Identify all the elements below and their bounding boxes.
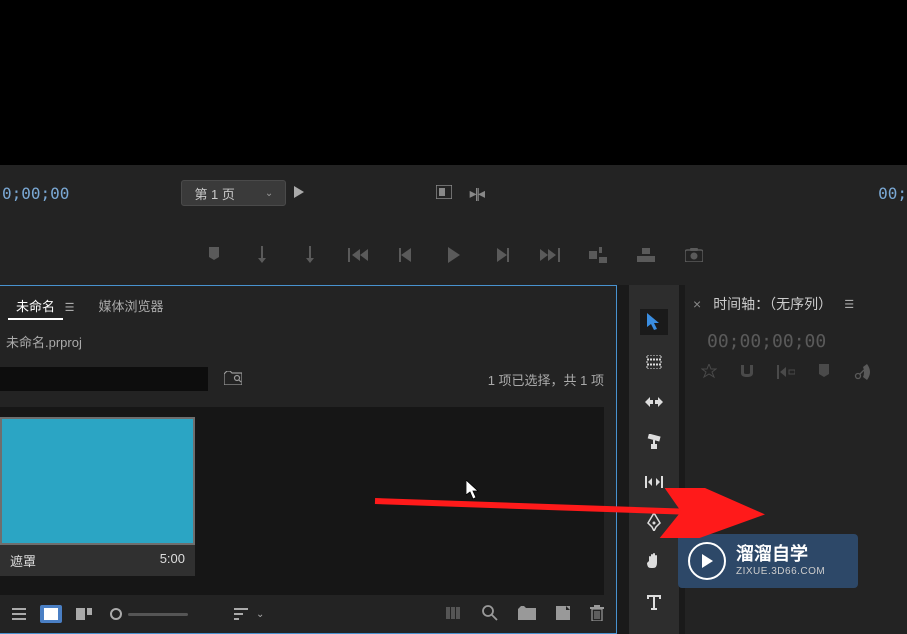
step-forward-icon[interactable] bbox=[491, 244, 513, 266]
playhead-icon[interactable]: ▸||◂ bbox=[470, 185, 483, 202]
filter-input[interactable] bbox=[0, 367, 208, 391]
icon-view-icon[interactable] bbox=[40, 605, 62, 623]
go-to-out-icon[interactable] bbox=[539, 244, 561, 266]
track-select-tool[interactable] bbox=[640, 349, 668, 375]
chevron-down-icon: ⌄ bbox=[265, 188, 273, 199]
sort-control[interactable]: ⌄ bbox=[234, 607, 264, 621]
mark-clip-icon[interactable] bbox=[299, 244, 321, 266]
snap-icon[interactable] bbox=[739, 365, 755, 379]
hand-tool[interactable] bbox=[640, 549, 668, 575]
step-back-icon[interactable] bbox=[395, 244, 417, 266]
project-panel: 未命名 ☰ 媒体浏览器 未命名.prproj 1 项已选择，共 1 项 遮罩 5… bbox=[0, 285, 617, 634]
watermark-play-icon bbox=[688, 542, 726, 580]
selection-info: 1 项已选择，共 1 项 bbox=[488, 370, 604, 389]
playback-controls bbox=[0, 221, 907, 285]
panel-tabs: 未命名 ☰ 媒体浏览器 bbox=[0, 286, 616, 324]
insert-sequence-icon[interactable] bbox=[701, 364, 717, 380]
source-timecode-row: 0;00;00 第 1 页 ⌄ ▸||◂ 00; bbox=[0, 165, 907, 221]
zoom-track[interactable] bbox=[128, 613, 188, 616]
watermark-sub-text: ZIXUE.3D66.COM bbox=[736, 566, 825, 578]
page-selector-label: 第 1 页 bbox=[194, 184, 234, 203]
new-item-icon[interactable] bbox=[556, 606, 570, 623]
freeform-view-icon[interactable] bbox=[76, 608, 92, 620]
project-content[interactable]: 遮罩 5:00 bbox=[0, 407, 604, 595]
project-bottom-bar: ⌄ bbox=[0, 595, 616, 633]
project-filename: 未命名.prproj bbox=[0, 324, 616, 359]
export-frame-icon[interactable] bbox=[683, 244, 705, 266]
zoom-slider[interactable] bbox=[110, 608, 188, 620]
timeline-timecode[interactable]: 00;00;00;00 bbox=[685, 323, 907, 360]
insert-icon[interactable] bbox=[587, 244, 609, 266]
chevron-down-icon: ⌄ bbox=[256, 609, 264, 620]
fit-icon[interactable] bbox=[436, 185, 452, 202]
close-icon[interactable]: × bbox=[689, 296, 705, 312]
watermark: 溜溜自学 ZIXUE.3D66.COM bbox=[678, 534, 858, 588]
list-view-icon[interactable] bbox=[12, 608, 26, 620]
media-item[interactable]: 遮罩 5:00 bbox=[0, 417, 195, 576]
add-marker-icon[interactable] bbox=[817, 364, 831, 380]
mark-out-icon[interactable] bbox=[251, 244, 273, 266]
media-item-name: 遮罩 bbox=[10, 551, 36, 570]
tab-project[interactable]: 未命名 ☰ bbox=[4, 288, 87, 323]
settings-icon[interactable] bbox=[853, 364, 871, 380]
watermark-main-text: 溜溜自学 bbox=[736, 544, 825, 566]
project-filter-row: 1 项已选择，共 1 项 bbox=[0, 359, 616, 399]
mark-in-icon[interactable] bbox=[203, 244, 225, 266]
clear-icon[interactable] bbox=[590, 605, 604, 624]
selection-tool[interactable] bbox=[640, 309, 668, 335]
panel-menu-icon[interactable]: ☰ bbox=[844, 298, 854, 311]
media-thumbnail[interactable] bbox=[0, 417, 195, 545]
automate-to-sequence-icon[interactable] bbox=[446, 607, 462, 622]
play-inline-icon[interactable] bbox=[294, 186, 304, 201]
pen-tool[interactable] bbox=[640, 509, 668, 535]
slip-tool[interactable] bbox=[640, 469, 668, 495]
zoom-handle[interactable] bbox=[110, 608, 122, 620]
tab-menu-icon[interactable]: ☰ bbox=[65, 302, 75, 314]
go-to-in-icon[interactable] bbox=[347, 244, 369, 266]
source-monitor-preview bbox=[0, 0, 907, 165]
timeline-title: 时间轴：（无序列） bbox=[713, 294, 832, 314]
new-bin-icon[interactable] bbox=[518, 606, 536, 623]
tools-panel bbox=[629, 285, 679, 634]
page-selector-dropdown[interactable]: 第 1 页 ⌄ bbox=[181, 180, 286, 206]
type-tool[interactable] bbox=[640, 589, 668, 615]
find-bin-icon[interactable] bbox=[224, 371, 242, 388]
overwrite-icon[interactable] bbox=[635, 244, 657, 266]
find-icon[interactable] bbox=[482, 605, 498, 624]
linked-selection-icon[interactable] bbox=[777, 365, 795, 379]
media-item-duration: 5:00 bbox=[160, 551, 185, 570]
play-icon[interactable] bbox=[443, 244, 465, 266]
ripple-edit-tool[interactable] bbox=[640, 389, 668, 415]
tab-media-browser[interactable]: 媒体浏览器 bbox=[87, 288, 176, 323]
timecode-right[interactable]: 00; bbox=[878, 184, 907, 203]
timecode-left[interactable]: 0;00;00 bbox=[2, 184, 69, 203]
razor-tool[interactable] bbox=[640, 429, 668, 455]
